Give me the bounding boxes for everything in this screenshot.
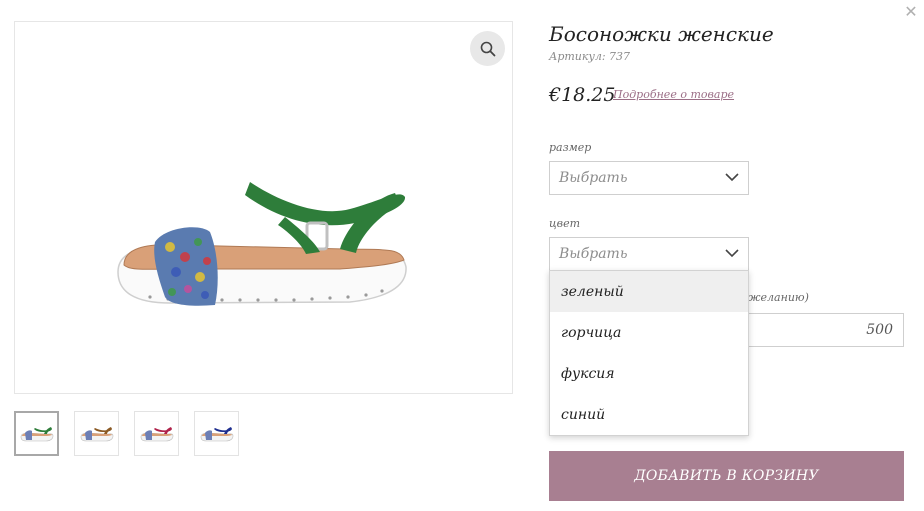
sku-label: Артикул: (549, 50, 606, 63)
product-price: €18.25 (549, 84, 616, 106)
close-icon[interactable]: ✕ (903, 4, 919, 20)
sandal-image (117, 182, 407, 306)
zoom-button[interactable] (470, 31, 505, 66)
product-title: Босоножки женские (549, 22, 774, 46)
color-option-blue[interactable]: синий (550, 394, 748, 435)
thumbnail-mustard[interactable] (74, 411, 119, 456)
product-sku: Артикул: 737 (549, 50, 630, 63)
size-label: размер (549, 141, 592, 154)
color-option-fuchsia[interactable]: фуксия (550, 353, 748, 394)
amount-value: 500 (866, 322, 893, 338)
color-dropdown-menu: зеленый горчица фуксия синий (549, 270, 749, 436)
sandal-thumbnail-image (20, 426, 53, 441)
color-option-mustard[interactable]: горчица (550, 312, 748, 353)
chevron-down-icon (725, 173, 739, 182)
sandal-thumbnail-image (80, 426, 113, 441)
color-select[interactable]: Выбрать (549, 237, 749, 271)
thumbnail-green[interactable] (14, 411, 59, 456)
amount-input[interactable]: 500 (748, 313, 904, 347)
sku-value: 737 (609, 50, 631, 63)
sandal-thumbnail-image (200, 426, 233, 441)
product-details-link[interactable]: Подробнее о товаре (613, 88, 734, 101)
amount-label: желанию) (748, 291, 809, 304)
chevron-down-icon (725, 249, 739, 258)
color-label: цвет (549, 217, 581, 230)
search-icon (480, 41, 495, 56)
thumbnail-fuchsia[interactable] (134, 411, 179, 456)
color-select-value: Выбрать (559, 246, 628, 262)
sandal-thumbnail-image (140, 426, 173, 441)
thumbnail-blue[interactable] (194, 411, 239, 456)
thumbnail-strip (14, 411, 239, 456)
size-select[interactable]: Выбрать (549, 161, 749, 195)
add-to-cart-button[interactable]: ДОБАВИТЬ В КОРЗИНУ (549, 451, 904, 501)
size-select-value: Выбрать (559, 170, 628, 186)
color-option-green[interactable]: зеленый (550, 271, 748, 312)
product-main-image (14, 21, 513, 394)
